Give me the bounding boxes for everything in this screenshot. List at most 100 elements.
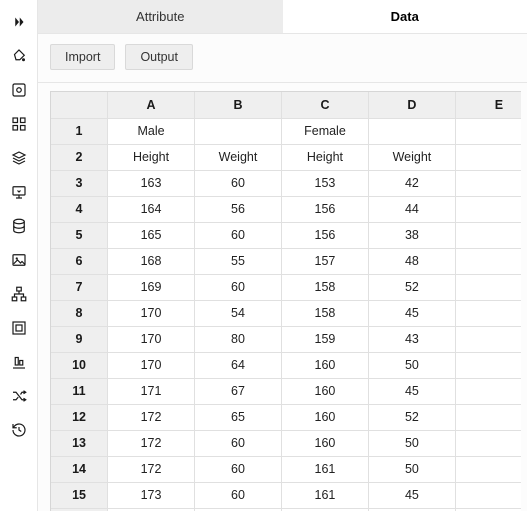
cell[interactable]: 170 bbox=[108, 326, 195, 352]
cell[interactable]: 60 bbox=[195, 482, 282, 508]
col-header-A[interactable]: A bbox=[108, 92, 195, 118]
output-button[interactable]: Output bbox=[125, 44, 193, 70]
cell[interactable]: 38 bbox=[368, 222, 455, 248]
cell[interactable]: Weight bbox=[195, 144, 282, 170]
cell[interactable] bbox=[455, 352, 521, 378]
row-header[interactable]: 5 bbox=[51, 222, 108, 248]
database-icon[interactable] bbox=[3, 210, 35, 242]
cell[interactable] bbox=[455, 300, 521, 326]
row-header[interactable]: 1 bbox=[51, 118, 108, 144]
cell[interactable]: 158 bbox=[281, 300, 368, 326]
import-button[interactable]: Import bbox=[50, 44, 115, 70]
cell[interactable]: 163 bbox=[108, 170, 195, 196]
cell[interactable]: 160 bbox=[281, 404, 368, 430]
cell[interactable]: 171 bbox=[108, 378, 195, 404]
image-icon[interactable] bbox=[3, 244, 35, 276]
cell[interactable] bbox=[455, 482, 521, 508]
cell[interactable]: 67 bbox=[195, 378, 282, 404]
cell[interactable] bbox=[455, 274, 521, 300]
cell[interactable]: 56 bbox=[195, 196, 282, 222]
cell[interactable]: 172 bbox=[108, 430, 195, 456]
cell[interactable]: 156 bbox=[281, 196, 368, 222]
cell[interactable]: 60 bbox=[195, 430, 282, 456]
cell[interactable]: Male bbox=[108, 118, 195, 144]
cell[interactable]: 160 bbox=[281, 352, 368, 378]
history-icon[interactable] bbox=[3, 414, 35, 446]
spreadsheet[interactable]: A B C D E 1MaleFemale2HeightWeightHeight… bbox=[50, 91, 521, 511]
row-header[interactable]: 13 bbox=[51, 430, 108, 456]
cell[interactable]: 45 bbox=[368, 300, 455, 326]
cell[interactable]: 44 bbox=[368, 196, 455, 222]
row-header[interactable]: 10 bbox=[51, 352, 108, 378]
corner-cell[interactable] bbox=[51, 92, 108, 118]
cell[interactable]: 172 bbox=[108, 456, 195, 482]
cell[interactable]: 64 bbox=[195, 352, 282, 378]
cell[interactable]: 60 bbox=[195, 274, 282, 300]
frame-icon[interactable] bbox=[3, 312, 35, 344]
cell[interactable]: Height bbox=[281, 144, 368, 170]
cell[interactable]: 156 bbox=[281, 222, 368, 248]
align-bottom-icon[interactable] bbox=[3, 346, 35, 378]
cell[interactable]: 164 bbox=[108, 196, 195, 222]
row-header[interactable]: 3 bbox=[51, 170, 108, 196]
expand-icon[interactable] bbox=[3, 6, 35, 38]
cell[interactable]: 65 bbox=[195, 404, 282, 430]
cell[interactable]: 60 bbox=[195, 222, 282, 248]
cell[interactable]: 153 bbox=[281, 170, 368, 196]
bucket-icon[interactable] bbox=[3, 40, 35, 72]
row-header[interactable]: 15 bbox=[51, 482, 108, 508]
hierarchy-icon[interactable] bbox=[3, 278, 35, 310]
col-header-C[interactable]: C bbox=[281, 92, 368, 118]
cell[interactable]: 161 bbox=[281, 456, 368, 482]
cell[interactable]: 45 bbox=[368, 378, 455, 404]
cell[interactable] bbox=[368, 118, 455, 144]
row-header[interactable]: 12 bbox=[51, 404, 108, 430]
cell[interactable]: 42 bbox=[368, 170, 455, 196]
cell[interactable]: 80 bbox=[195, 326, 282, 352]
cell[interactable]: 54 bbox=[195, 300, 282, 326]
col-header-D[interactable]: D bbox=[368, 92, 455, 118]
cell[interactable]: 50 bbox=[368, 430, 455, 456]
cell[interactable]: 50 bbox=[368, 456, 455, 482]
settings-gear-icon[interactable] bbox=[3, 74, 35, 106]
cell[interactable]: 161 bbox=[281, 482, 368, 508]
cell[interactable]: 50 bbox=[368, 352, 455, 378]
cell[interactable] bbox=[455, 430, 521, 456]
cell[interactable]: 45 bbox=[368, 482, 455, 508]
cell[interactable] bbox=[455, 456, 521, 482]
cell[interactable]: Height bbox=[108, 144, 195, 170]
cell[interactable]: 172 bbox=[108, 404, 195, 430]
cell[interactable] bbox=[455, 222, 521, 248]
cell[interactable]: Female bbox=[281, 118, 368, 144]
cell[interactable] bbox=[455, 378, 521, 404]
cell[interactable]: 173 bbox=[108, 482, 195, 508]
cell[interactable] bbox=[455, 196, 521, 222]
col-header-E[interactable]: E bbox=[455, 92, 521, 118]
grid-icon[interactable] bbox=[3, 108, 35, 140]
cell[interactable] bbox=[455, 144, 521, 170]
cell[interactable]: 159 bbox=[281, 326, 368, 352]
row-header[interactable]: 7 bbox=[51, 274, 108, 300]
col-header-B[interactable]: B bbox=[195, 92, 282, 118]
cell[interactable]: 52 bbox=[368, 274, 455, 300]
row-header[interactable]: 14 bbox=[51, 456, 108, 482]
cell[interactable] bbox=[455, 118, 521, 144]
cell[interactable]: 170 bbox=[108, 300, 195, 326]
cell[interactable] bbox=[455, 170, 521, 196]
layers-icon[interactable] bbox=[3, 142, 35, 174]
cell[interactable]: 43 bbox=[368, 326, 455, 352]
row-header[interactable]: 8 bbox=[51, 300, 108, 326]
cell[interactable]: 55 bbox=[195, 248, 282, 274]
cell[interactable]: 168 bbox=[108, 248, 195, 274]
cell[interactable]: 48 bbox=[368, 248, 455, 274]
row-header[interactable]: 11 bbox=[51, 378, 108, 404]
cell[interactable] bbox=[455, 248, 521, 274]
cell[interactable]: 165 bbox=[108, 222, 195, 248]
tab-attribute[interactable]: Attribute bbox=[38, 0, 283, 33]
cell[interactable]: 160 bbox=[281, 430, 368, 456]
cell[interactable] bbox=[195, 118, 282, 144]
presentation-icon[interactable] bbox=[3, 176, 35, 208]
cell[interactable]: 160 bbox=[281, 378, 368, 404]
shuffle-icon[interactable] bbox=[3, 380, 35, 412]
row-header[interactable]: 4 bbox=[51, 196, 108, 222]
